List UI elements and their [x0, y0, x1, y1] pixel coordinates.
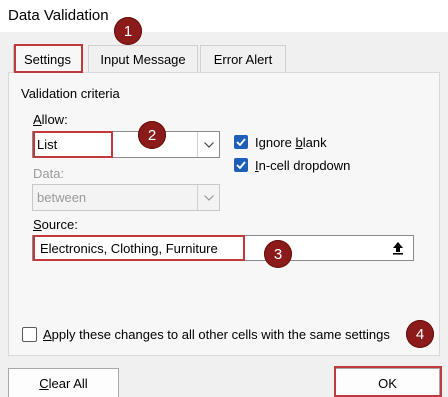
annotation-badge-1: 1 [114, 17, 142, 45]
clear-all-button[interactable]: Clear All [8, 368, 119, 397]
chevron-down-icon[interactable] [197, 132, 219, 157]
range-select-button[interactable] [384, 237, 412, 259]
data-label: Data: [33, 166, 65, 181]
check-icon [236, 161, 246, 169]
clear-all-label: Clear All [39, 375, 88, 391]
tab-input-message-label: Input Message [100, 51, 186, 67]
apply-all-checkbox[interactable] [22, 327, 37, 342]
allow-label: Allow: [33, 112, 68, 127]
settings-panel [8, 72, 440, 356]
tab-input-message[interactable]: Input Message [88, 45, 198, 72]
tab-error-alert[interactable]: Error Alert [200, 45, 286, 72]
annotation-badge-4: 4 [406, 320, 434, 348]
tab-error-alert-label: Error Alert [213, 51, 273, 67]
ignore-blank-checkbox[interactable] [234, 135, 248, 149]
upload-arrow-icon [393, 242, 403, 255]
annotation-badge-2: 2 [138, 121, 166, 149]
chevron-down-icon[interactable] [197, 185, 219, 210]
window-title: Data Validation [8, 7, 109, 24]
highlight-ok-button [334, 366, 442, 397]
source-label: Source: [33, 217, 78, 232]
ignore-blank-label[interactable]: Ignore blank [255, 135, 327, 150]
in-cell-dropdown-label[interactable]: In-cell dropdown [255, 158, 350, 173]
in-cell-dropdown-checkbox[interactable] [234, 158, 248, 172]
validation-criteria-label: Validation criteria [21, 86, 120, 101]
check-icon [236, 138, 246, 146]
annotation-badge-3: 3 [264, 240, 292, 268]
data-select-value: between [37, 190, 87, 205]
highlight-source-input [33, 235, 245, 261]
data-select[interactable]: between [32, 184, 220, 211]
highlight-allow-select [33, 131, 113, 158]
highlight-settings-tab [14, 44, 83, 73]
title-bar: Data Validation [0, 0, 448, 32]
apply-all-label[interactable]: Apply these changes to all other cells w… [43, 327, 390, 342]
